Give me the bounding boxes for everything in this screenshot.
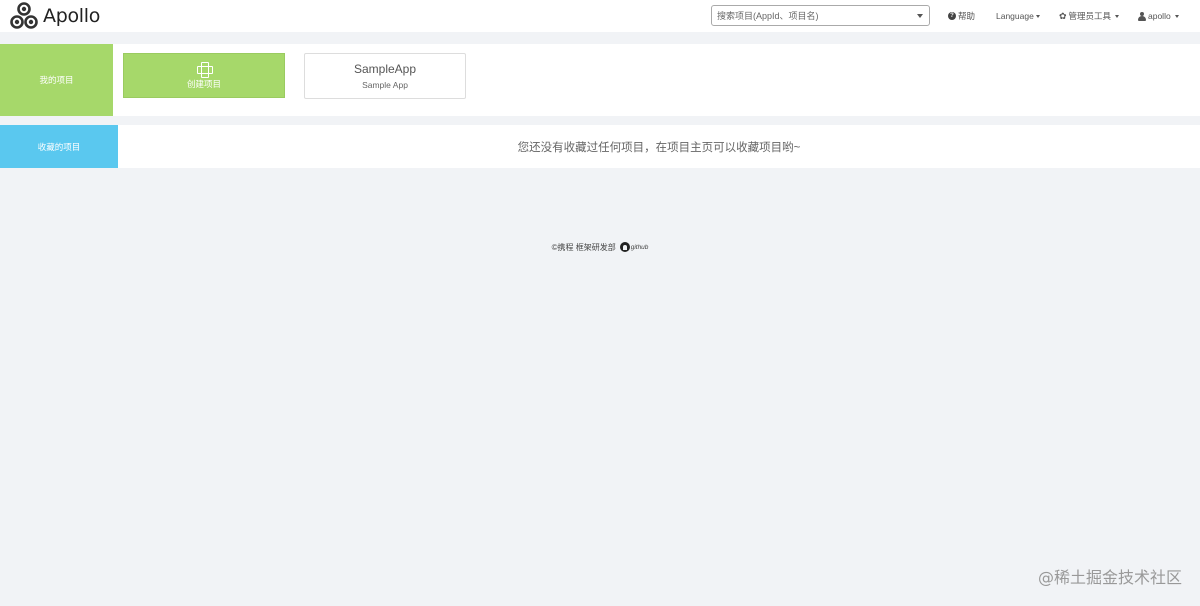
caret-down-icon bbox=[1035, 14, 1040, 18]
admin-tools-dropdown[interactable]: ✿ 管理员工具 bbox=[1059, 0, 1120, 32]
app-name: Sample App bbox=[362, 80, 408, 90]
language-dropdown[interactable]: Language bbox=[996, 0, 1040, 32]
project-search-select[interactable]: 搜索项目(AppId、项目名) bbox=[711, 5, 930, 26]
app-id: SampleApp bbox=[353, 62, 417, 76]
user-dropdown[interactable]: apollo bbox=[1138, 0, 1179, 32]
user-label: apollo bbox=[1148, 11, 1171, 21]
help-link[interactable]: ? 帮助 bbox=[948, 0, 975, 32]
search-placeholder: 搜索项目(AppId、项目名) bbox=[717, 11, 819, 21]
favorite-projects-section: 收藏的项目 您还没有收藏过任何项目，在项目主页可以收藏项目哟~ bbox=[0, 125, 1200, 168]
language-label: Language bbox=[996, 11, 1034, 21]
my-projects-section: 我的项目 创建项目 SampleApp Sample App bbox=[0, 44, 1200, 116]
user-icon bbox=[1138, 11, 1146, 21]
admin-tools-label: 管理员工具 bbox=[1068, 11, 1112, 21]
create-project-label: 创建项目 bbox=[186, 78, 221, 89]
brand[interactable]: Apollo bbox=[9, 0, 100, 32]
caret-down-icon bbox=[1115, 14, 1120, 18]
chevron-down-icon bbox=[917, 14, 923, 18]
footer: ©携程 框架研发部 github bbox=[0, 240, 1200, 254]
brand-name: Apollo bbox=[43, 5, 101, 27]
help-label: 帮助 bbox=[958, 11, 976, 21]
question-circle-icon: ? bbox=[948, 12, 956, 20]
top-navbar: Apollo 搜索项目(AppId、项目名) ? 帮助 Language ✿ 管… bbox=[0, 0, 1200, 32]
favorite-projects-label: 收藏的项目 bbox=[0, 125, 118, 168]
plus-icon bbox=[197, 61, 213, 78]
create-project-button[interactable]: 创建项目 bbox=[123, 53, 285, 98]
my-projects-label: 我的项目 bbox=[0, 44, 113, 116]
github-link[interactable]: github bbox=[631, 244, 649, 251]
gear-icon: ✿ bbox=[1059, 10, 1067, 21]
app-card-sampleapp[interactable]: SampleApp Sample App bbox=[304, 53, 466, 99]
favorites-empty-message: 您还没有收藏过任何项目，在项目主页可以收藏项目哟~ bbox=[517, 141, 801, 154]
copyright-text: ©携程 框架研发部 bbox=[551, 242, 616, 252]
github-icon[interactable] bbox=[619, 242, 630, 252]
watermark: @稀土掘金技术社区 bbox=[1037, 568, 1182, 587]
caret-down-icon bbox=[1174, 14, 1179, 18]
apollo-logo-icon bbox=[10, 2, 38, 29]
